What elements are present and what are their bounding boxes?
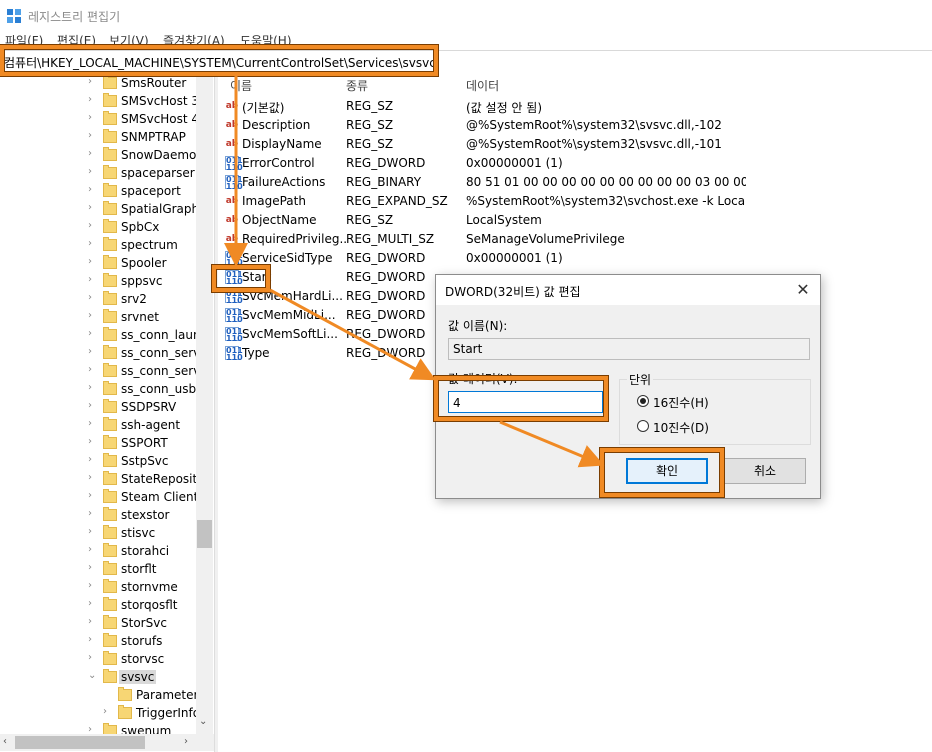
annotation-arrows <box>224 76 605 468</box>
arrow-right-icon <box>269 288 436 381</box>
arrow-ok-icon <box>499 420 605 468</box>
